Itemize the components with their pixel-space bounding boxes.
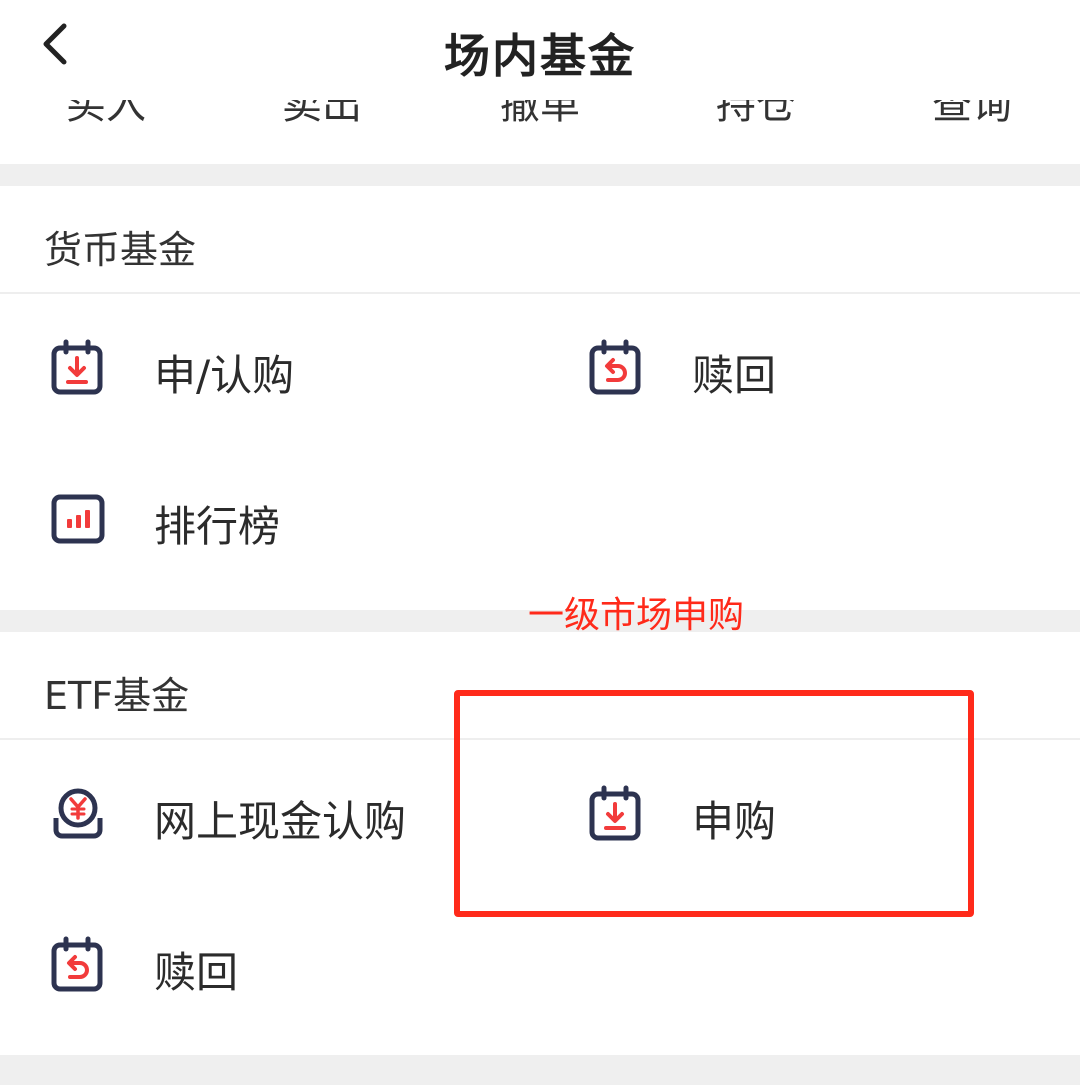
menu-item-label: 赎回: [692, 351, 777, 400]
quick-action-row: 买入 卖出 撤单 持仓 查询: [0, 100, 1080, 164]
calendar-return-icon: [50, 935, 110, 995]
calendar-return-icon: [588, 338, 648, 398]
quick-action-sell[interactable]: 卖出: [222, 100, 422, 130]
section-header-money-fund: 货币基金: [0, 186, 1080, 294]
divider: [0, 292, 1080, 294]
bar-chart-icon: [50, 489, 110, 549]
quick-action-buy[interactable]: 买入: [6, 100, 206, 130]
annotation-label: 一级市场申购: [528, 595, 745, 636]
menu-item-subscribe[interactable]: 申/认购: [50, 296, 530, 446]
section-title: 货币基金: [44, 228, 197, 272]
yuan-coin-icon: [50, 784, 110, 844]
menu-item-label: 申/认购: [154, 351, 295, 400]
quick-action-holdings[interactable]: 持仓: [656, 100, 856, 130]
menu-item-label: 排行榜: [154, 502, 281, 551]
menu-item-label: 网上现金认购: [154, 797, 407, 846]
section-title: ETF基金: [44, 674, 190, 718]
annotation-highlight-box: [454, 690, 974, 917]
menu-item-ranking[interactable]: 排行榜: [50, 447, 530, 597]
quick-action-query[interactable]: 查询: [872, 100, 1072, 130]
quick-action-cancel[interactable]: 撤单: [440, 100, 640, 130]
menu-item-redeem[interactable]: 赎回: [588, 296, 1028, 446]
top-bar: 场内基金: [0, 0, 1080, 100]
section-separator: [0, 164, 1080, 186]
menu-item-online-cash-subscribe[interactable]: 网上现金认购: [50, 742, 450, 892]
section-separator: [0, 1055, 1080, 1085]
calendar-download-icon: [50, 338, 110, 398]
menu-item-label: 赎回: [154, 948, 239, 997]
page-title: 场内基金: [444, 29, 636, 83]
